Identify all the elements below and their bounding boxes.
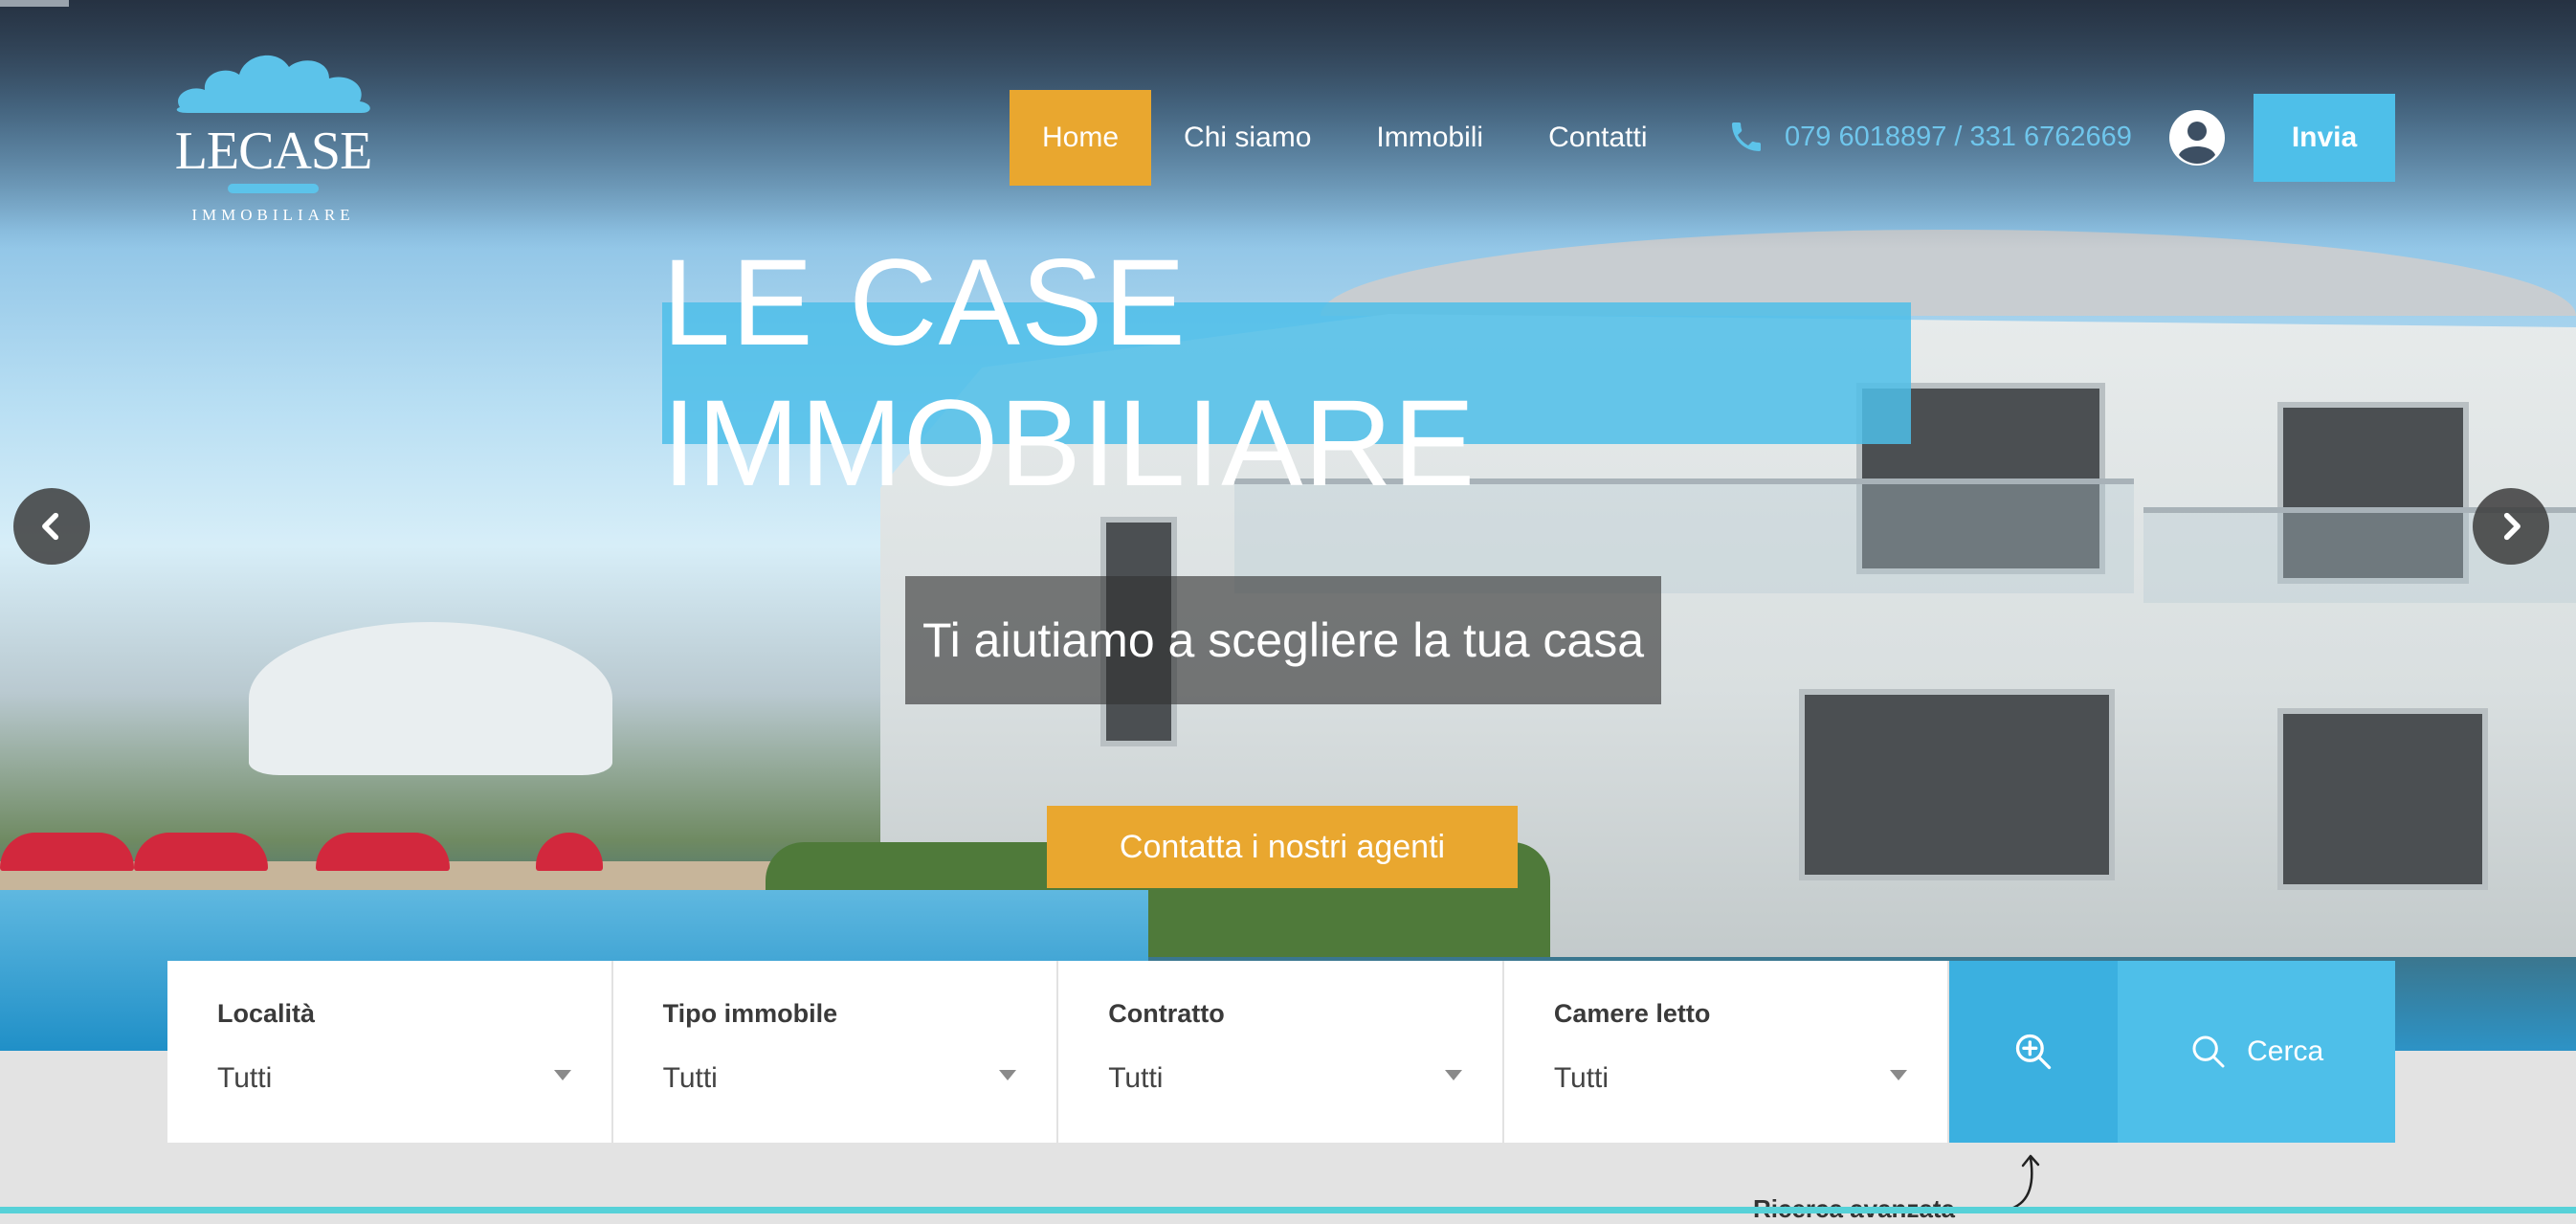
background-umbrella (0, 833, 134, 871)
location-select[interactable]: Località Tutti (167, 961, 613, 1143)
site-logo[interactable]: LECASE IMMOBILIARE (170, 48, 376, 230)
logo-tagline: IMMOBILIARE (191, 206, 355, 224)
slider-prev-button[interactable] (13, 488, 90, 565)
caret-down-icon (999, 1070, 1017, 1080)
main-nav: Home Chi siamo Immobili Contatti (1010, 90, 1679, 186)
nav-item-contatti[interactable]: Contatti (1516, 90, 1679, 186)
bedrooms-label: Camere letto (1553, 999, 1711, 1028)
background-window (2277, 708, 2488, 890)
phone-number: 079 6018897 / 331 6762669 (1785, 121, 2132, 152)
zoom-in-icon (2016, 1034, 2052, 1070)
property-type-select[interactable]: Tipo immobile Tutti (613, 961, 1059, 1143)
nav-item-chi-siamo[interactable]: Chi siamo (1151, 90, 1344, 186)
caret-down-icon (1444, 1070, 1462, 1080)
user-circle-icon[interactable] (2168, 109, 2226, 167)
background-building (249, 622, 612, 775)
property-type-value: Tutti (662, 1062, 718, 1094)
contract-label: Contratto (1108, 999, 1225, 1028)
location-label: Località (217, 999, 316, 1028)
background-window (1799, 689, 2115, 880)
logo-wave (228, 184, 319, 193)
nav-item-immobili[interactable]: Immobili (1344, 90, 1516, 186)
cloud-logo-icon (176, 55, 370, 113)
background-umbrella (134, 833, 268, 871)
property-type-label: Tipo immobile (662, 999, 838, 1028)
nav-item-home[interactable]: Home (1010, 90, 1152, 186)
slider-next-button[interactable] (2473, 488, 2549, 565)
background-umbrella (316, 833, 450, 871)
curved-arrow-icon (2006, 1154, 2040, 1212)
background-umbrella (536, 833, 603, 871)
phone-contact[interactable]: 079 6018897 / 331 6762669 (1727, 113, 2132, 161)
hero-subtitle: Ti aiutiamo a scegliere la tua casa (905, 576, 1661, 704)
bedrooms-select[interactable]: Camere letto Tutti (1504, 961, 1950, 1143)
chevron-left-icon (42, 512, 59, 541)
search-icon (2192, 1035, 2225, 1068)
caret-down-icon (553, 1070, 571, 1080)
phone-icon (1732, 122, 1761, 151)
top-corner-bar (0, 0, 69, 7)
logo-brand-text: LECASE (174, 122, 373, 181)
search-submit-button[interactable]: Cerca (2118, 961, 2395, 1143)
contract-value: Tutti (1108, 1062, 1164, 1094)
send-button[interactable]: Invia (2254, 94, 2395, 182)
contract-select[interactable]: Contratto Tutti (1058, 961, 1504, 1143)
search-submit-label: Cerca (2247, 1035, 2324, 1067)
bedrooms-value: Tutti (1553, 1062, 1610, 1094)
contact-agents-button[interactable]: Contatta i nostri agenti (1047, 806, 1518, 888)
caret-down-icon (1890, 1070, 1908, 1080)
hero-title: LE CASE IMMOBILIARE (662, 234, 1911, 512)
location-value: Tutti (217, 1062, 273, 1094)
advanced-search-button[interactable] (1949, 961, 2119, 1143)
bottom-accent-line (0, 1207, 2576, 1213)
chevron-right-icon (2503, 512, 2520, 541)
property-search-bar: Località Tutti Tipo immobile Tutti Contr… (167, 961, 2395, 1143)
